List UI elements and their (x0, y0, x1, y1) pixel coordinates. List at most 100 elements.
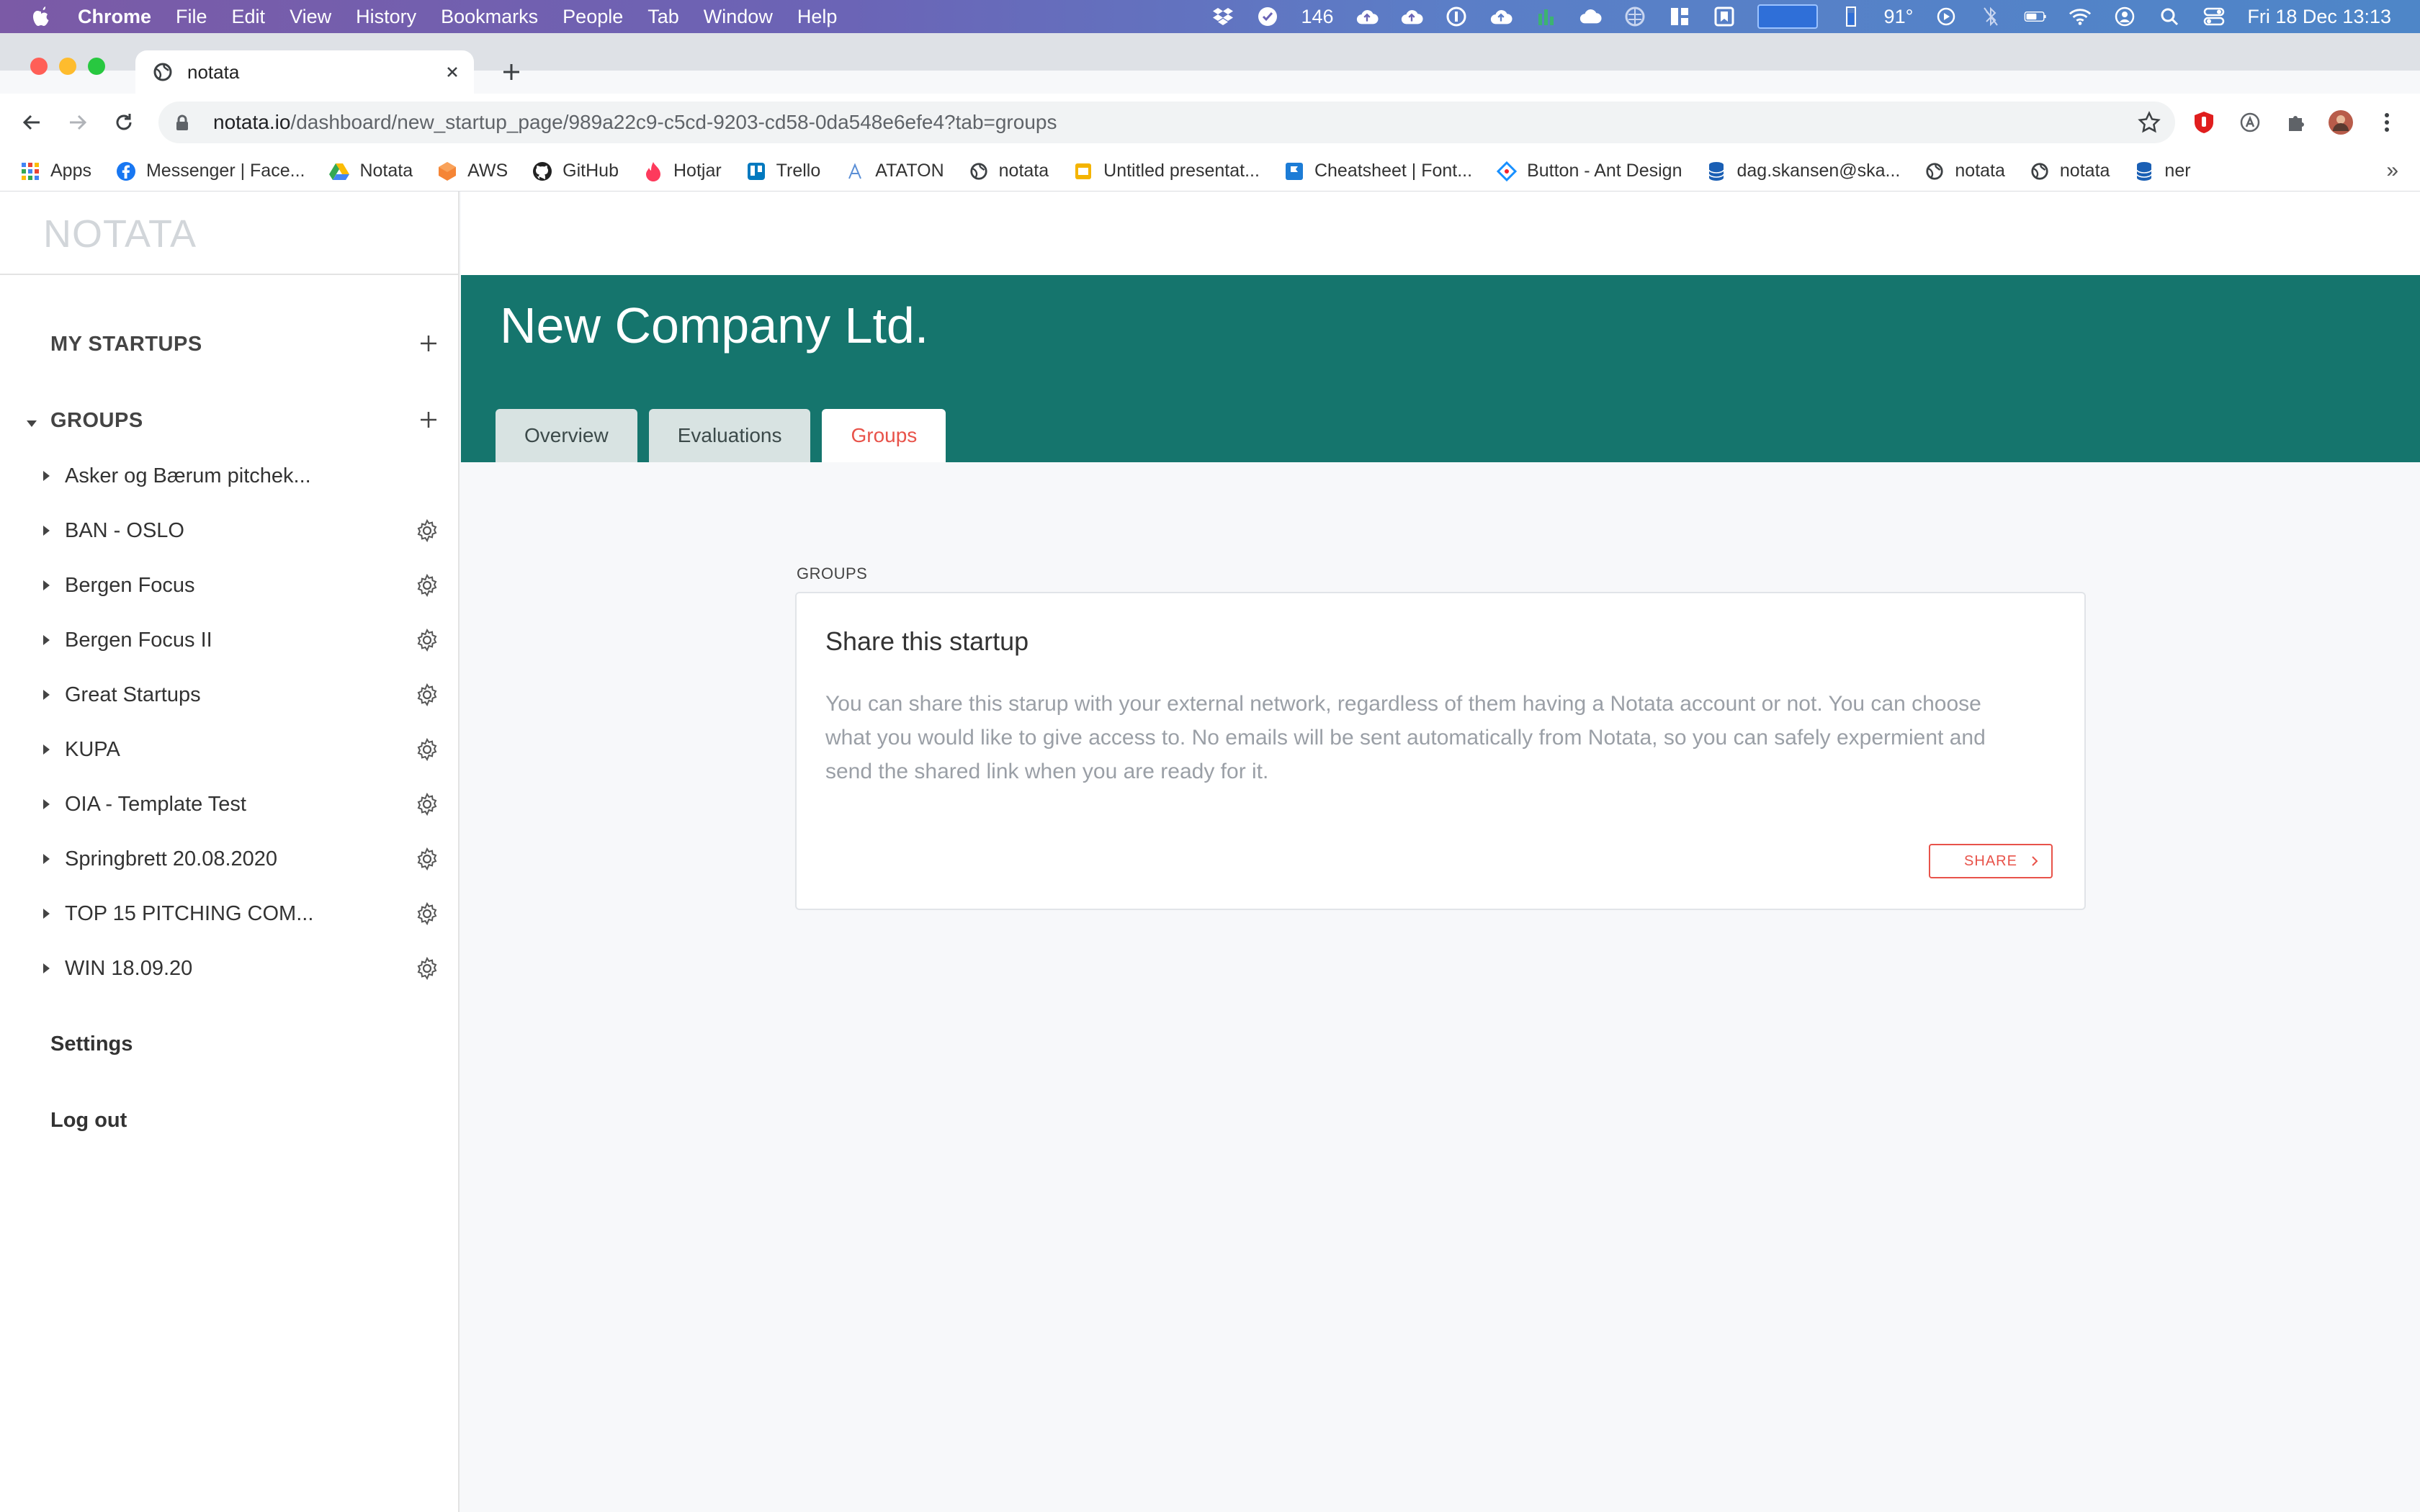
sidebar-group-item[interactable]: Springbrett 20.08.2020 (39, 837, 449, 881)
menu-help[interactable]: Help (797, 6, 838, 28)
bookmark-star-icon[interactable] (2138, 111, 2161, 134)
menu-window[interactable]: Window (704, 6, 773, 28)
back-arrow-icon[interactable] (17, 108, 46, 137)
bookmark-dag-skansen[interactable]: dag.skansen@ska... (1706, 161, 1900, 181)
notata-logo[interactable]: NOTATA (43, 212, 197, 256)
cloud-upload-icon[interactable] (1355, 5, 1379, 28)
tab-groups[interactable]: Groups (822, 409, 946, 462)
bookmark-trello[interactable]: Trello (746, 161, 820, 181)
bookmark-notata-3[interactable]: notata (2030, 161, 2110, 181)
reload-icon[interactable] (109, 108, 138, 137)
bookmark-apps[interactable]: Apps (20, 161, 91, 181)
bookmark-github[interactable]: GitHub (532, 161, 619, 181)
control-center-icon[interactable] (2202, 5, 2226, 28)
gear-icon[interactable] (415, 792, 439, 816)
extensions-puzzle-icon[interactable] (2283, 109, 2309, 135)
bookmark-aws[interactable]: AWS (437, 161, 508, 181)
gear-icon[interactable] (415, 518, 439, 543)
bookmark-notata-1[interactable]: notata (969, 161, 1049, 181)
wifi-icon[interactable] (2069, 5, 2092, 28)
caret-right-icon[interactable] (39, 852, 53, 866)
brain-icon[interactable] (1623, 5, 1646, 28)
caret-right-icon[interactable] (39, 742, 53, 757)
caret-right-icon[interactable] (39, 523, 53, 538)
cloud-upload-icon[interactable] (1400, 5, 1423, 28)
bookmark-cheatsheet[interactable]: Cheatsheet | Font... (1284, 161, 1472, 181)
bookmark-square-icon[interactable] (1713, 5, 1736, 28)
menu-edit[interactable]: Edit (232, 6, 266, 28)
caret-right-icon[interactable] (39, 688, 53, 702)
groups-heading[interactable]: GROUPS (50, 409, 143, 433)
caret-down-icon[interactable] (24, 416, 39, 431)
sidebar-group-item[interactable]: KUPA (39, 728, 449, 771)
play-circle-icon[interactable] (1935, 5, 1958, 28)
menu-bar-clock[interactable]: Fri 18 Dec 13:13 (2247, 6, 2391, 28)
caret-right-icon[interactable] (39, 961, 53, 976)
caret-right-icon[interactable] (39, 906, 53, 921)
window-zoom-button[interactable] (88, 58, 105, 75)
cpu-meter[interactable] (1757, 4, 1818, 29)
close-icon[interactable] (441, 60, 464, 84)
dropbox-icon[interactable] (1211, 5, 1234, 28)
caret-right-icon[interactable] (39, 797, 53, 811)
bookmark-hotjar[interactable]: Hotjar (643, 161, 722, 181)
bookmark-notata-2[interactable]: notata (1924, 161, 2005, 181)
bookmark-notata-drive[interactable]: Notata (329, 161, 413, 181)
gear-icon[interactable] (415, 628, 439, 652)
caret-right-icon[interactable] (39, 469, 53, 483)
sidebar-group-item[interactable]: Bergen Focus (39, 564, 449, 607)
settings-link[interactable]: Settings (50, 1032, 133, 1056)
gear-icon[interactable] (415, 847, 439, 871)
equalizer-icon[interactable] (1534, 5, 1557, 28)
share-button[interactable]: SHARE (1929, 844, 2053, 878)
menu-tab[interactable]: Tab (647, 6, 679, 28)
checkmark-badge-icon[interactable] (1256, 5, 1279, 28)
window-close-button[interactable] (30, 58, 48, 75)
sidebar-group-item[interactable]: Asker og Bærum pitchek... (39, 454, 449, 498)
bookmark-ataton[interactable]: ATATON (845, 161, 944, 181)
menu-file[interactable]: File (176, 6, 207, 28)
tab-overview[interactable]: Overview (496, 409, 637, 462)
menu-history[interactable]: History (356, 6, 416, 28)
forward-arrow-icon[interactable] (63, 108, 92, 137)
sidebar-group-item[interactable]: Great Startups (39, 673, 449, 716)
cloud-upload-icon[interactable] (1489, 5, 1512, 28)
menu-people[interactable]: People (563, 6, 623, 28)
spotlight-search-icon[interactable] (2158, 5, 2181, 28)
bookmark-untitled-presentation[interactable]: Untitled presentat... (1073, 161, 1260, 181)
kebab-menu-icon[interactable] (2374, 109, 2400, 135)
bluetooth-off-icon[interactable] (1979, 5, 2002, 28)
battery-icon[interactable] (2024, 5, 2047, 28)
window-minimize-button[interactable] (59, 58, 76, 75)
lock-icon[interactable] (174, 114, 192, 131)
gear-icon[interactable] (415, 956, 439, 981)
gear-icon[interactable] (415, 573, 439, 598)
address-bar[interactable]: notata.io/dashboard/new_startup_page/989… (158, 102, 2175, 143)
sidebar-group-item[interactable]: BAN - OSLO (39, 509, 449, 552)
menu-app-name[interactable]: Chrome (78, 6, 151, 28)
apple-icon[interactable] (29, 4, 53, 29)
caret-right-icon[interactable] (39, 578, 53, 593)
menu-bookmarks[interactable]: Bookmarks (441, 6, 538, 28)
my-startups-heading[interactable]: MY STARTUPS (50, 333, 202, 356)
gear-icon[interactable] (415, 737, 439, 762)
tab-evaluations[interactable]: Evaluations (648, 409, 811, 462)
cloud-icon[interactable] (1579, 5, 1602, 28)
gear-icon[interactable] (415, 901, 439, 926)
sidebar-group-item[interactable]: TOP 15 PITCHING COM... (39, 892, 449, 935)
sidebar-group-item[interactable]: Bergen Focus II (39, 618, 449, 662)
profile-avatar[interactable] (2328, 109, 2354, 135)
accessibility-extension-icon[interactable] (2237, 109, 2263, 135)
sidebar-group-item[interactable]: OIA - Template Test (39, 783, 449, 826)
gear-icon[interactable] (415, 683, 439, 707)
browser-tab-active[interactable]: notata (135, 50, 474, 94)
add-startup-icon[interactable] (416, 331, 441, 356)
menu-view[interactable]: View (290, 6, 331, 28)
sidebar-group-item[interactable]: WIN 18.09.20 (39, 947, 449, 990)
bookmark-ant-design[interactable]: Button - Ant Design (1497, 161, 1682, 181)
bookmark-ner[interactable]: ner (2134, 161, 2191, 181)
bookmarks-overflow-button[interactable]: » (2386, 158, 2398, 183)
add-group-icon[interactable] (416, 408, 441, 432)
caret-right-icon[interactable] (39, 633, 53, 647)
window-grid-icon[interactable] (1668, 5, 1691, 28)
